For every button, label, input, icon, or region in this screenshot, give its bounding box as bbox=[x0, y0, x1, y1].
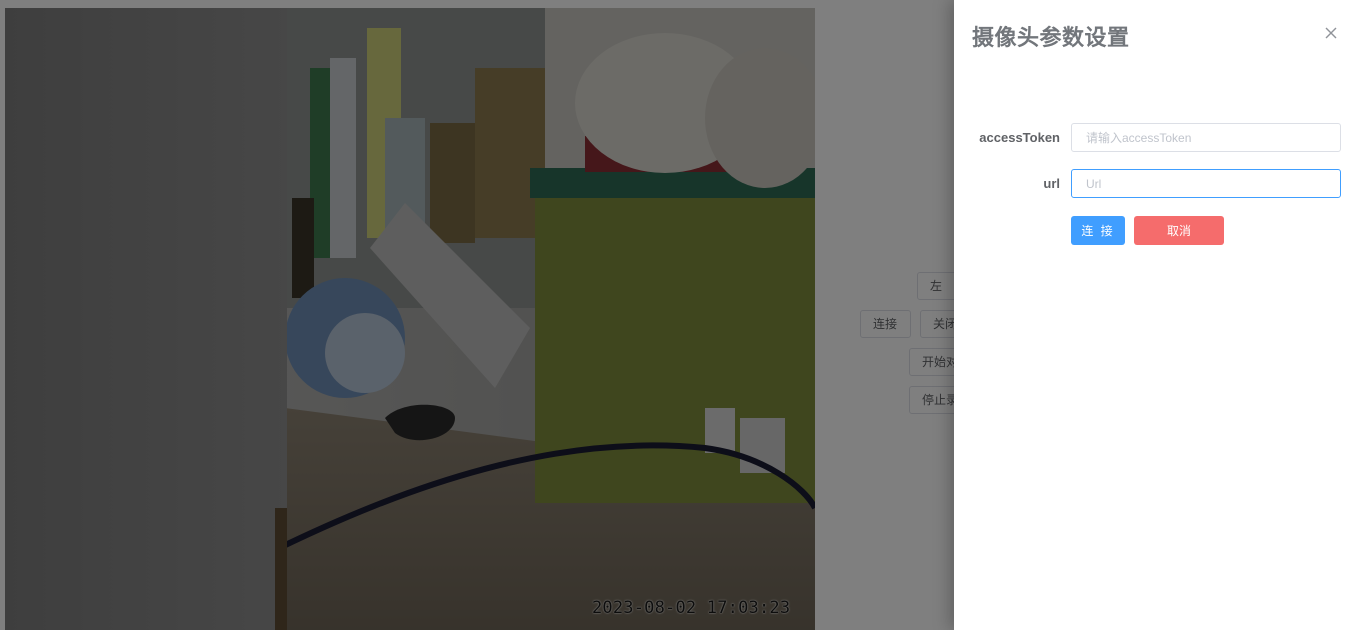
drawer-title: 摄像头参数设置 bbox=[972, 25, 1130, 50]
access-token-label: accessToken bbox=[979, 130, 1060, 145]
access-token-row: accessToken bbox=[954, 123, 1362, 153]
close-icon[interactable] bbox=[1322, 24, 1340, 42]
cancel-button[interactable]: 取消 bbox=[1134, 216, 1224, 245]
access-token-input[interactable] bbox=[1071, 123, 1341, 152]
url-label: url bbox=[1043, 176, 1060, 191]
page: 2023-08-02 17:03:23 左 连接 关闭 开始对 停止录 摄像头参… bbox=[0, 0, 1362, 630]
camera-settings-drawer: 摄像头参数设置 accessToken url 连 接 取消 bbox=[954, 0, 1362, 630]
url-input[interactable] bbox=[1071, 169, 1341, 198]
url-row: url bbox=[954, 169, 1362, 199]
connect-button[interactable]: 连 接 bbox=[1071, 216, 1125, 245]
